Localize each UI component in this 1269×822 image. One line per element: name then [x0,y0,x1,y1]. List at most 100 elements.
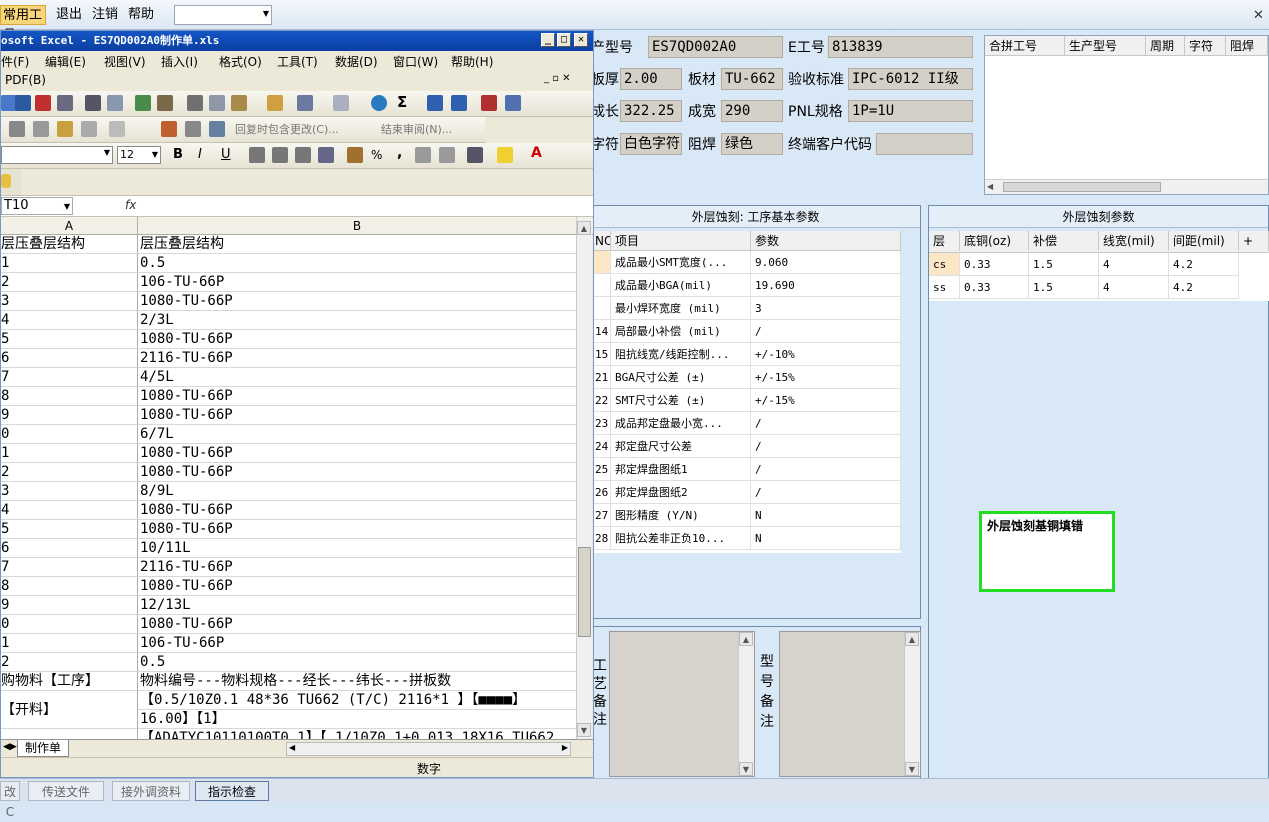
param-item[interactable]: BGA尺寸公差 (±) [611,366,751,389]
cell-b[interactable]: 1080-TU-66P [138,615,576,634]
cell-a[interactable]: 8 [1,387,138,406]
arrow-left-icon[interactable]: ◀ [987,182,993,191]
etch-cell[interactable]: 4 [1099,276,1169,299]
cell-b[interactable]: 1080-TU-66P [138,406,576,425]
align-right-icon[interactable] [295,147,311,163]
italic-icon[interactable]: I [198,147,202,162]
merge-center-icon[interactable] [318,147,334,163]
field-material[interactable]: TU-662 [721,68,783,90]
param-item[interactable]: 成品邦定盘最小宽... [611,412,751,435]
new-comment-icon[interactable] [9,121,25,137]
cell-b[interactable]: 106-TU-66P [138,634,576,653]
cell-a[interactable]: 0 [1,425,138,444]
cell-a[interactable]: 4 [1,501,138,520]
cell-b[interactable]: 10/11L [138,539,576,558]
etch-cell[interactable]: 0.33 [960,253,1029,276]
field-pnl[interactable]: 1P=1U [848,100,973,122]
redo-icon[interactable] [333,95,349,111]
cell-a[interactable]: 5 [1,330,138,349]
end-review-button[interactable]: 结束审阅(N)... [381,121,452,137]
param-no[interactable]: 15 [591,343,611,366]
decrease-decimal-icon[interactable] [439,147,455,163]
menu-exit[interactable]: 退出 [54,5,84,25]
excel-menu-item[interactable]: 工具(T) [277,53,318,71]
save-icon[interactable] [15,95,31,111]
etch-cell[interactable]: ss [929,276,960,299]
currency-icon[interactable] [347,147,363,163]
field-mask[interactable]: 绿色 [721,133,783,155]
cell-a[interactable]: 7 [1,368,138,387]
vertical-scrollbar[interactable]: ▲ ▼ [738,632,754,776]
cell-b[interactable]: 1080-TU-66P [138,501,576,520]
param-no[interactable]: 24 [591,435,611,458]
paste-icon[interactable] [231,95,247,111]
horizontal-scrollbar[interactable]: ◀ ▶ [286,742,571,756]
horizontal-scrollbar[interactable]: ◀ [985,179,1268,194]
arrow-down-icon[interactable]: ▼ [905,762,919,776]
undo-icon[interactable] [297,95,313,111]
col-header[interactable]: 周期 [1146,36,1185,56]
cell-a[interactable] [1,729,138,739]
ink-icon[interactable] [185,121,201,137]
app-dropdown[interactable]: ▼ [174,5,272,25]
cell-b[interactable]: 1080-TU-66P [138,463,576,482]
cell-b[interactable]: 物料编号---物料规格---经长---纬长---拼板数 [138,672,576,691]
cell-a[interactable]: 7 [1,558,138,577]
name-box[interactable]: T10 ▼ [1,197,73,215]
col-header[interactable]: 层 [929,231,960,251]
excel-menu-item[interactable]: 数据(D) [335,53,378,71]
copy-icon[interactable] [209,95,225,111]
formula-input[interactable] [141,197,591,215]
etch-cell[interactable]: 1.5 [1029,276,1099,299]
arrow-up-icon[interactable]: ▲ [905,632,919,646]
cell-b[interactable]: 层压叠层结构 [138,235,576,254]
cell-a[interactable]: 层压叠层结构 [1,235,138,254]
reply-icon[interactable] [161,121,177,137]
permission-icon[interactable] [35,95,51,111]
param-no[interactable]: 22 [591,389,611,412]
scroll-thumb[interactable] [578,547,591,637]
cell-a[interactable]: 5 [1,520,138,539]
button-external-data[interactable]: 接外调资料 [112,781,190,801]
scroll-thumb[interactable] [1003,182,1161,192]
col-header[interactable]: NO [591,231,611,251]
param-value[interactable]: +/-15% [751,366,901,389]
indent-icon[interactable] [467,147,483,163]
menu-pdf[interactable]: PDF(B) [5,71,46,89]
cell-a[interactable]: 6 [1,539,138,558]
tab-scroll-arrows[interactable]: ◀▶ [3,742,17,752]
cell-a[interactable]: 购物料【工序】 [1,672,138,691]
sort-descending-icon[interactable] [451,95,467,111]
param-value[interactable]: N [751,527,901,550]
column-header-b[interactable]: B [138,217,576,235]
excel-menu-item[interactable]: 窗口(W) [393,53,438,71]
col-header[interactable]: 阻焊 [1226,36,1268,56]
excel-menu-item[interactable]: 视图(V) [104,53,146,71]
autosum-icon[interactable]: Σ [397,93,407,111]
param-no[interactable]: 26 [591,481,611,504]
param-item[interactable]: 阻抗线宽/线距控制... [611,343,751,366]
cell-a[interactable]: 9 [1,596,138,615]
cell-b[interactable]: 【ADATYC10110100T0.1】【 1/10Z0.1+0.013 18X… [138,729,576,739]
spelling-icon[interactable] [135,95,151,111]
param-value[interactable]: 3 [751,297,901,320]
field-model[interactable]: ES7QD002A0 [648,36,783,58]
menu-help[interactable]: 帮助 [126,5,156,25]
param-item[interactable]: 成品最小SMT宽度(... [611,251,751,274]
hyperlink-icon[interactable] [371,95,387,111]
process-remark-textarea[interactable]: ▲ ▼ [609,631,755,777]
field-char[interactable]: 白色字符 [620,133,682,155]
cell-b[interactable]: 1080-TU-66P [138,330,576,349]
underline-icon[interactable]: U [221,147,231,162]
delete-comment-icon[interactable] [81,121,97,137]
increase-decimal-icon[interactable] [415,147,431,163]
arrow-right-icon[interactable]: ▶ [562,743,568,752]
field-standard[interactable]: IPC-6012 II级 [848,68,973,90]
cut-icon[interactable] [187,95,203,111]
cell-a[interactable]: 1 [1,634,138,653]
fill-color-icon[interactable] [497,147,513,163]
cell-b[interactable]: 1080-TU-66P [138,444,576,463]
col-header[interactable]: 项目 [611,231,751,251]
cell-a[interactable]: 2 [1,273,138,292]
param-no[interactable]: 21 [591,366,611,389]
